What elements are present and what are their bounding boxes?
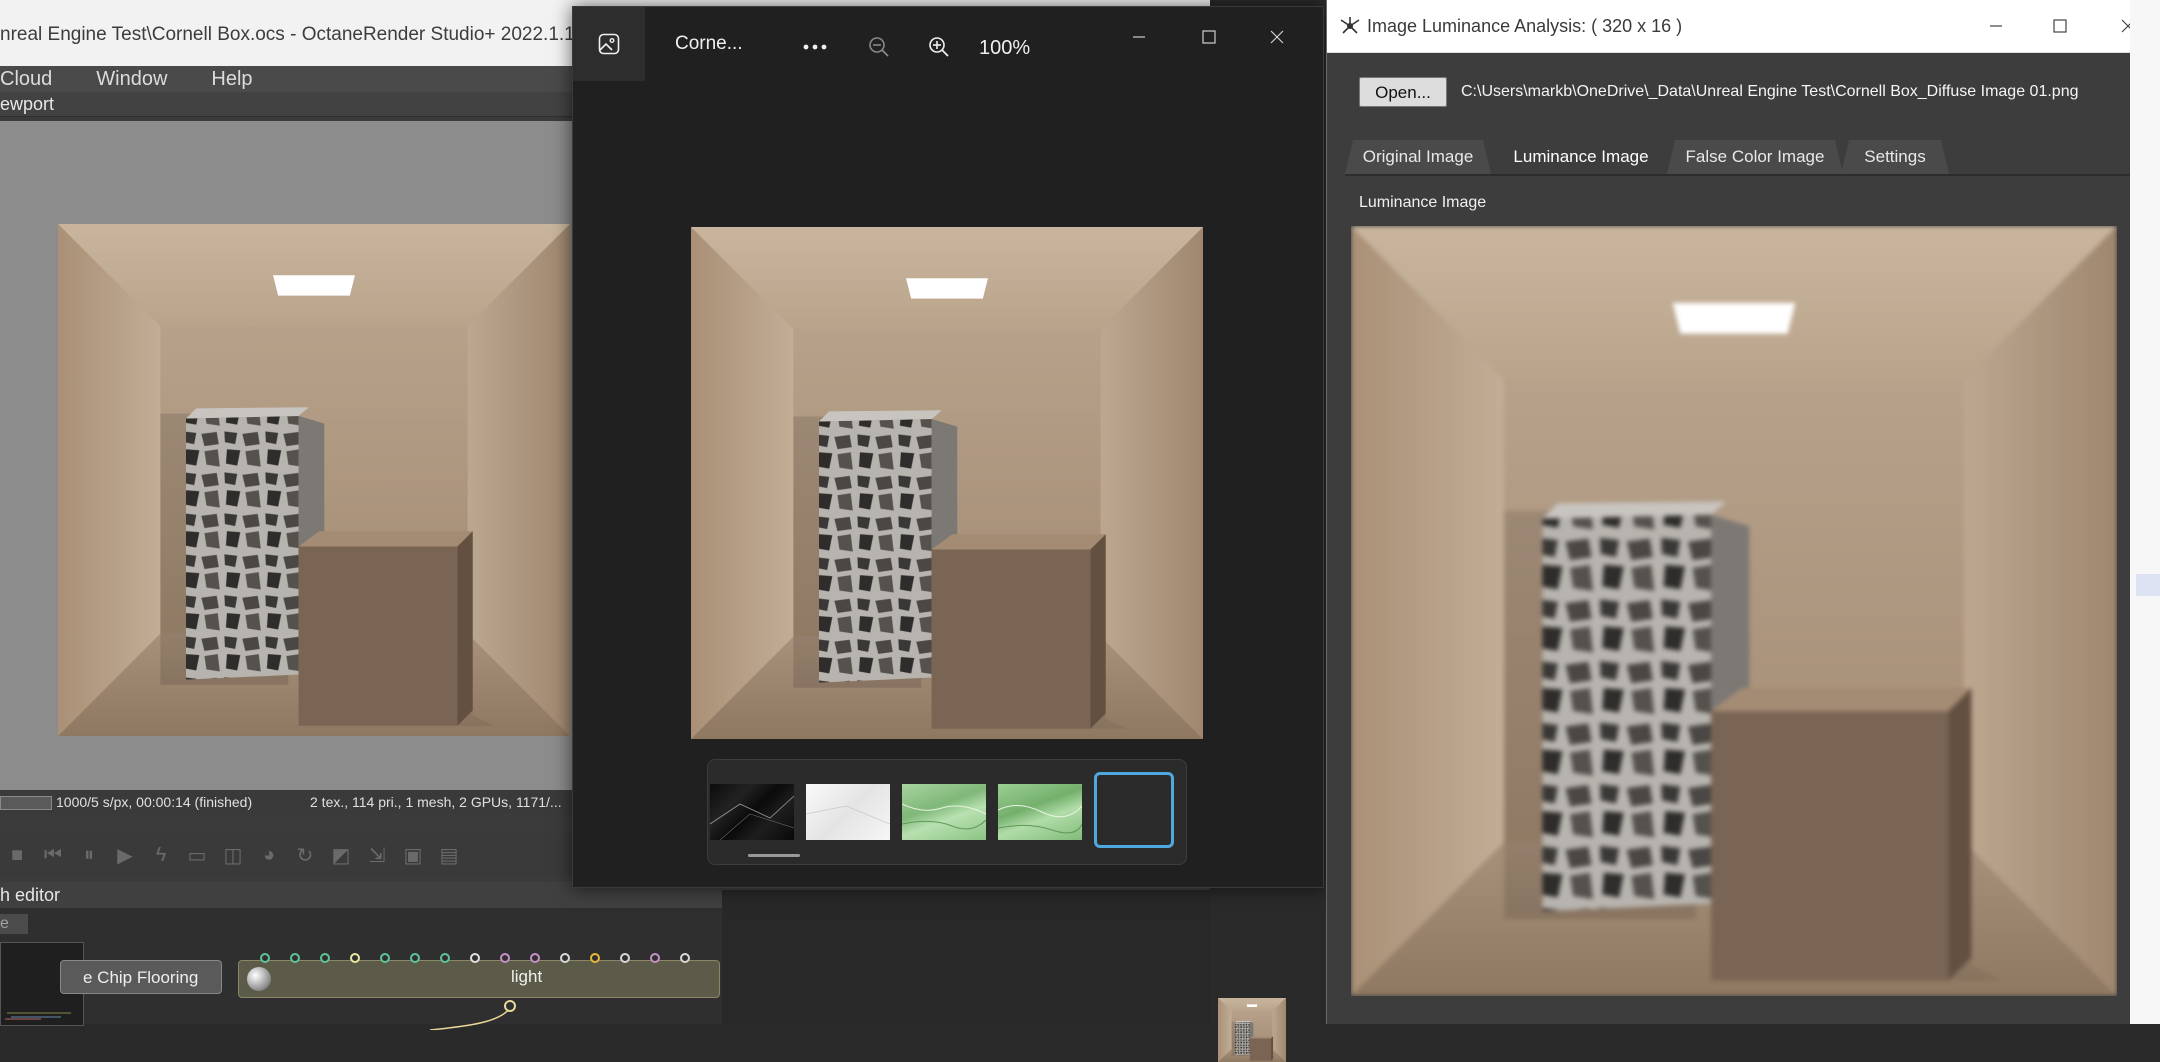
node-input-pin[interactable] (470, 953, 480, 963)
octane-title: nreal Engine Test\Cornell Box.ocs - Octa… (0, 24, 575, 45)
node-light-label: light (511, 967, 543, 986)
luminance-image[interactable] (1351, 226, 2117, 996)
maximize-icon[interactable] (1185, 15, 1233, 59)
photos-app-icon[interactable] (573, 7, 645, 81)
app-logo-icon (1340, 17, 1360, 34)
render-scene-info: 2 tex., 114 pri., 1 mesh, 2 GPUs, 1171/.… (310, 794, 562, 810)
export-icon[interactable]: ⇲ (364, 842, 390, 868)
node-input-pin[interactable] (380, 953, 390, 963)
render-time-status: 1000/5 s/px, 00:00:14 (finished) (56, 794, 253, 810)
play-icon[interactable]: ▶ (112, 842, 138, 868)
node-flooring-label: e Chip Flooring (83, 968, 199, 987)
render-toolbar: ■ ⏮ ⏸ ▶ ϟ ▭ ◫ ◕ ↻ ◩ ⇲ ▣ ▤ (0, 834, 578, 876)
image-path: C:\Users\markb\OneDrive\_Data\Unreal Eng… (1461, 83, 2079, 100)
refresh-icon[interactable]: ↻ (292, 842, 318, 868)
stop-icon[interactable]: ■ (4, 842, 30, 868)
color-picker-icon[interactable]: ◕ (256, 842, 282, 868)
thumbnail-white-marble[interactable] (806, 784, 890, 840)
node-input-pin[interactable] (260, 953, 270, 963)
photos-toolbar: Corne... 100% (573, 7, 1323, 81)
ae-icon[interactable]: ◩ (328, 842, 354, 868)
render-image (58, 224, 570, 736)
render-status-bar: 1000/5 s/px, 00:00:14 (finished) 2 tex.,… (0, 790, 574, 814)
af-icon[interactable]: ◫ (220, 842, 246, 868)
thumbnail-green-texture-1[interactable] (902, 784, 986, 840)
render-progress-bar (0, 796, 52, 810)
node-input-pin[interactable] (440, 953, 450, 963)
luminance-titlebar: Image Luminance Analysis: ( 320 x 16 ) (1327, 0, 2135, 53)
background-highlight (2136, 574, 2160, 596)
region-icon[interactable]: ▭ (184, 842, 210, 868)
tab-bar: Original Image Luminance Image False Col… (1345, 140, 2131, 176)
thumbnail-cornell-box-image (1218, 998, 1286, 1062)
minimize-icon[interactable] (1963, 0, 2029, 52)
more-icon[interactable] (795, 27, 835, 67)
luminance-title: Image Luminance Analysis: ( 320 x 16 ) (1367, 16, 1683, 36)
node-input-pin[interactable] (620, 953, 630, 963)
tab-settings[interactable]: Settings (1841, 140, 1949, 174)
crop-icon[interactable]: ▣ (400, 842, 426, 868)
node-input-pin[interactable] (590, 953, 600, 963)
node-editor-label: h editor (0, 885, 61, 905)
node-input-pin[interactable] (290, 953, 300, 963)
thumbnail-black-marble[interactable] (710, 784, 794, 840)
background-app-edge (2130, 0, 2160, 1024)
viewport-label: ewport (0, 94, 55, 114)
luminance-window: Image Luminance Analysis: ( 320 x 16 ) O… (1326, 0, 2135, 1024)
node-input-pin[interactable] (350, 953, 360, 963)
photo-filename: Corne... (675, 33, 743, 54)
node-input-pin[interactable] (410, 953, 420, 963)
photo-image[interactable] (691, 227, 1203, 739)
node-input-pin[interactable] (680, 953, 690, 963)
menu-cloud[interactable]: Cloud (0, 68, 52, 91)
node-flooring[interactable]: e Chip Flooring (60, 960, 222, 994)
open-button[interactable]: Open... (1359, 77, 1447, 107)
zoom-out-icon[interactable] (859, 27, 899, 67)
node-input-pin[interactable] (320, 953, 330, 963)
lightning-icon[interactable]: ϟ (148, 842, 174, 868)
minimize-icon[interactable] (1115, 15, 1163, 59)
node-input-pin[interactable] (560, 953, 570, 963)
node-editor-tab[interactable]: e (0, 914, 28, 934)
thumbnail-cornell-box[interactable] (1094, 772, 1286, 1062)
photos-window: Corne... 100% (572, 6, 1324, 1062)
thumbnail-green-texture-2[interactable] (998, 784, 1082, 840)
zoom-in-icon[interactable] (919, 27, 959, 67)
node-input-pin[interactable] (650, 953, 660, 963)
node-wire (430, 1000, 516, 1030)
pause-icon[interactable]: ⏸ (76, 842, 102, 868)
luminance-image-label: Luminance Image (1359, 194, 1487, 211)
background-window (722, 890, 1210, 1024)
restart-icon[interactable]: ⏮ (40, 842, 66, 868)
menu-window[interactable]: Window (96, 68, 167, 91)
tab-false-color-image[interactable]: False Color Image (1667, 140, 1843, 174)
node-light[interactable]: light (238, 960, 720, 998)
render-viewport[interactable] (0, 121, 574, 791)
tab-original-image[interactable]: Original Image (1345, 140, 1491, 174)
tab-luminance-image[interactable]: Luminance Image (1493, 140, 1669, 174)
material-sphere-icon (247, 967, 271, 991)
close-icon[interactable] (1253, 15, 1301, 59)
node-input-pin[interactable] (530, 953, 540, 963)
filmstrip (707, 759, 1286, 1062)
maximize-icon[interactable] (2027, 0, 2093, 52)
menu-help[interactable]: Help (211, 68, 252, 91)
settings-icon[interactable]: ▤ (436, 842, 462, 868)
node-input-pin[interactable] (500, 953, 510, 963)
zoom-level[interactable]: 100% (979, 37, 1030, 60)
filmstrip-scroll-indicator[interactable] (748, 854, 800, 857)
